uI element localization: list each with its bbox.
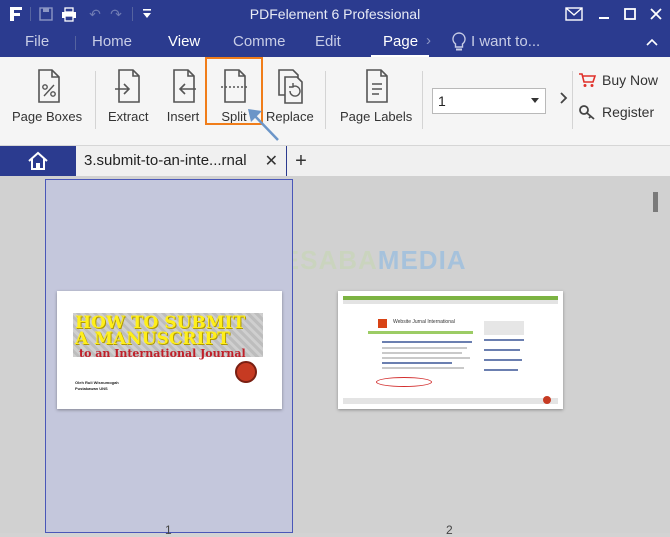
page-labels-icon [366, 69, 388, 103]
thumb-2-sidebar-3 [484, 349, 520, 351]
thumb-2-text-1 [382, 341, 472, 343]
page-boxes-button[interactable]: Page Boxes [12, 67, 82, 124]
lightbulb-icon[interactable] [451, 32, 467, 57]
chevron-down-icon [531, 98, 539, 103]
thumb-2-text-6 [382, 367, 464, 369]
page-2-thumbnail[interactable]: Website Jurnal International [338, 291, 563, 409]
thumb-2-text-2 [382, 347, 467, 349]
thumb-2-sidebar-5 [484, 369, 518, 371]
thumb-2-taskbar [343, 398, 558, 404]
thumb-1-author-line1: Oleh Ruli Wisnumogah [75, 380, 119, 385]
thumb-2-site-title: Website Jurnal International [393, 319, 455, 325]
tab-close-icon[interactable]: ✕ [265, 151, 278, 171]
thumb-2-urlbar [343, 300, 558, 304]
insert-icon [173, 69, 196, 103]
menu-edit[interactable]: Edit [315, 33, 341, 50]
ribbon-separator [422, 71, 423, 129]
thumb-1-heading-line2: A MANUSCRIPT [75, 329, 230, 349]
page-boxes-icon [38, 69, 60, 103]
plus-icon: + [295, 149, 307, 172]
close-icon[interactable] [646, 4, 666, 24]
menu-scroll-right-icon[interactable]: › [426, 32, 431, 49]
ribbon-separator [325, 71, 326, 129]
menu-comment[interactable]: Comme [233, 33, 286, 50]
thumb-2-text-3 [382, 352, 462, 354]
buy-now-button[interactable]: Buy Now [578, 72, 658, 88]
tell-me-search[interactable]: I want to... [471, 33, 540, 50]
menu-separator [75, 36, 76, 50]
key-icon [579, 105, 595, 120]
extract-label: Extract [108, 109, 149, 124]
extract-icon [115, 69, 141, 103]
maximize-icon[interactable] [620, 4, 640, 24]
thumb-1-seal [235, 361, 257, 383]
page-boxes-label: Page Boxes [12, 109, 83, 124]
thumb-2-nav [368, 331, 473, 334]
thumb-2-text-5 [382, 362, 452, 364]
menu-bar: File Home View Comme Edit Page › I want … [0, 28, 670, 57]
home-icon [28, 151, 48, 170]
document-tab-bar: 3.submit-to-an-inte...rnal ✕ + [0, 146, 670, 176]
tab-bar-background [315, 146, 670, 176]
new-tab-button[interactable]: + [287, 146, 315, 176]
title-bar: ↶ ↷ PDFelement 6 Professional [0, 0, 670, 28]
watermark-part2: MEDIA [377, 245, 467, 275]
thumb-2-sidebar-1 [484, 321, 524, 335]
minimize-icon[interactable] [594, 4, 614, 24]
page-labels-label: Page Labels [340, 109, 413, 124]
register-label: Register [602, 104, 655, 120]
buy-now-label: Buy Now [602, 72, 659, 88]
vertical-scrollbar-thumb[interactable] [653, 192, 658, 212]
register-button[interactable]: Register [578, 104, 654, 120]
page-ribbon: Page Boxes Extract Insert Split Replace … [0, 57, 670, 146]
menu-page[interactable]: Page [383, 33, 418, 50]
thumb-1-author-line2: Pustakawan UNS [75, 386, 108, 391]
page-1-thumbnail[interactable]: HOW TO SUBMIT A MANUSCRIPT to an Interna… [57, 291, 282, 409]
document-tab-title: 3.submit-to-an-inte...rnal [84, 152, 247, 169]
annotation-arrow-icon [248, 109, 279, 141]
thumb-2-sidebar-2 [484, 339, 524, 341]
menu-home[interactable]: Home [92, 33, 132, 50]
thumb-2-seal [543, 396, 551, 404]
insert-button[interactable]: Insert [166, 67, 200, 124]
page-number-2: 2 [446, 523, 453, 537]
page-labels-button[interactable]: Page Labels [340, 67, 412, 124]
document-tab[interactable]: 3.submit-to-an-inte...rnal ✕ [76, 146, 286, 176]
extract-button[interactable]: Extract [108, 67, 148, 124]
thumb-2-text-4 [382, 357, 470, 359]
thumb-1-heading-line3: to an International Journal [79, 347, 246, 360]
cart-icon [579, 73, 596, 87]
thumb-2-circled-link [376, 377, 432, 387]
mail-icon[interactable] [564, 4, 584, 24]
thumb-2-sidebar-4 [484, 359, 522, 361]
menu-view[interactable]: View [168, 33, 200, 50]
home-tab[interactable] [0, 146, 76, 176]
ribbon-separator [95, 71, 96, 129]
ribbon-separator [572, 71, 573, 129]
ribbon-collapse-icon[interactable] [646, 34, 658, 51]
menu-file[interactable]: File [25, 33, 49, 50]
page-number-1: 1 [165, 523, 172, 537]
page-number-select[interactable]: 1 [432, 88, 546, 114]
ribbon-scroll-right-icon[interactable] [560, 91, 568, 109]
thumb-2-site-logo [378, 319, 387, 328]
page-select-value: 1 [438, 93, 446, 109]
insert-label: Insert [166, 109, 200, 124]
